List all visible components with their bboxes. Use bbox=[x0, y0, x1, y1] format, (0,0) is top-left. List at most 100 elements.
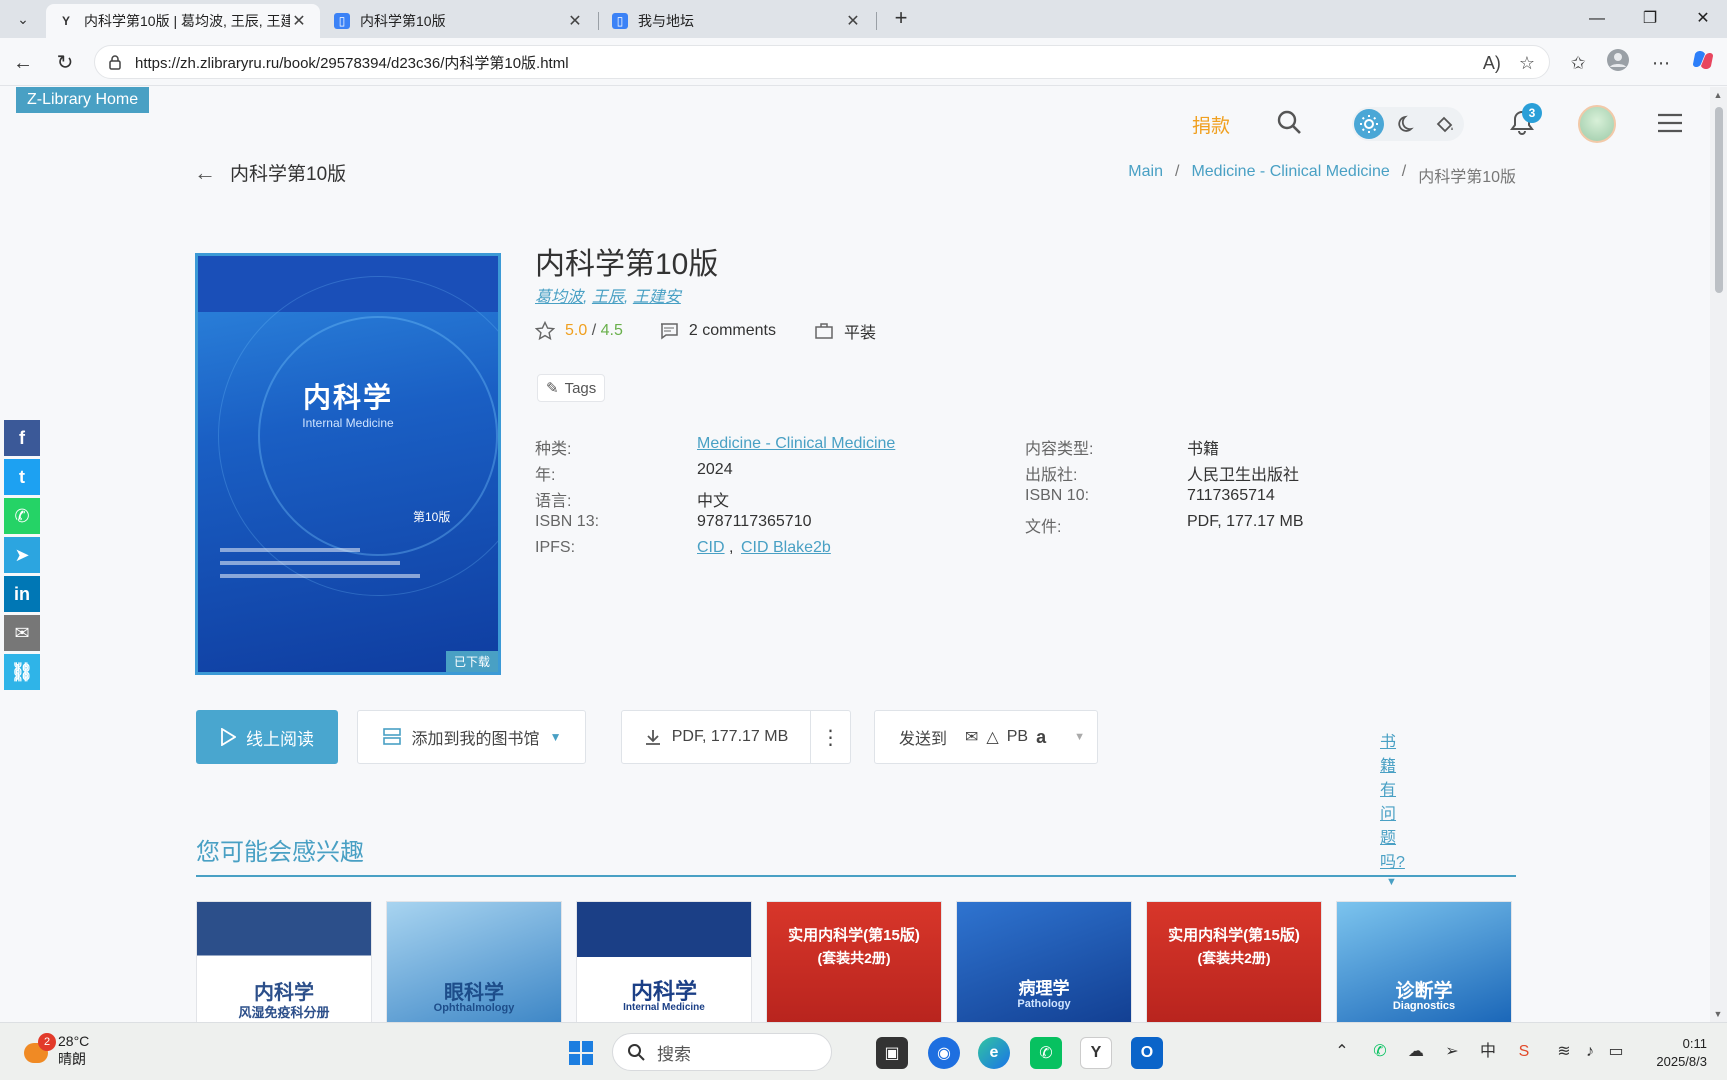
weather-desc: 晴朗 bbox=[58, 1051, 86, 1067]
search-icon[interactable] bbox=[1276, 109, 1302, 135]
download-button[interactable]: PDF, 177.17 MB bbox=[621, 710, 811, 764]
wechat-tray-icon[interactable]: ✆ bbox=[1369, 1041, 1391, 1063]
recommendation-card[interactable]: 病理学 Pathology bbox=[956, 901, 1132, 1022]
tab-active[interactable]: Y 内科学第10版 | 葛均波, 王辰, 王建 ✕ bbox=[46, 4, 320, 38]
windows-start-icon[interactable] bbox=[565, 1037, 597, 1069]
more-options-icon[interactable]: ⋯ bbox=[1646, 48, 1676, 78]
read-aloud-icon[interactable]: A) bbox=[1483, 53, 1501, 74]
breadcrumb-main[interactable]: Main bbox=[1128, 163, 1163, 187]
book-cover[interactable]: 内科学 Internal Medicine 第10版 已下载 bbox=[195, 253, 501, 675]
taskbar-search-input[interactable]: 搜索 bbox=[612, 1033, 832, 1071]
scroll-down-arrow-icon[interactable]: ▼ bbox=[1713, 1009, 1723, 1019]
comments-link[interactable]: 2 comments bbox=[659, 321, 776, 341]
custom-theme-button[interactable] bbox=[1430, 109, 1460, 139]
reload-icon[interactable]: ↻ bbox=[50, 48, 80, 78]
weather-widget[interactable]: 2 28°C 晴朗 bbox=[22, 1033, 89, 1069]
system-clock[interactable]: 0:11 2025/8/3 bbox=[1656, 1035, 1707, 1071]
recommendation-card[interactable]: 实用内科学(第15版) (套装共2册) bbox=[766, 901, 942, 1022]
rec-title: 内科学 bbox=[254, 982, 314, 1004]
linkedin-icon[interactable]: in bbox=[4, 576, 40, 612]
moon-icon bbox=[1398, 115, 1414, 132]
zlibrary-app-icon[interactable]: Y bbox=[1080, 1037, 1112, 1069]
onedrive-icon[interactable]: ☁ bbox=[1405, 1041, 1427, 1063]
close-window-button[interactable]: ✕ bbox=[1683, 6, 1723, 32]
close-tab-icon[interactable]: ✕ bbox=[844, 11, 862, 31]
url-input[interactable]: https://zh.zlibraryru.ru/book/29578394/d… bbox=[94, 45, 1550, 79]
outlook-icon[interactable]: O bbox=[1131, 1037, 1163, 1069]
whatsapp-icon[interactable]: ✆ bbox=[4, 498, 40, 534]
email-share-icon[interactable]: ✉ bbox=[4, 615, 40, 651]
back-arrow-icon[interactable]: ← bbox=[194, 160, 216, 186]
recommendation-card[interactable]: 内科学 Internal Medicine bbox=[576, 901, 752, 1022]
favorites-icon[interactable]: ✩ bbox=[1563, 48, 1593, 78]
tab-3[interactable]: ▯ 我与地坛 ✕ bbox=[600, 4, 874, 38]
dark-theme-button[interactable] bbox=[1392, 109, 1422, 139]
new-tab-button[interactable]: + bbox=[886, 6, 916, 32]
battery-icon[interactable]: ▭ bbox=[1605, 1041, 1627, 1063]
email-icon: ✉ bbox=[965, 729, 979, 746]
read-online-button[interactable]: 线上阅读 bbox=[196, 710, 338, 764]
close-tab-icon[interactable]: ✕ bbox=[566, 11, 584, 31]
restore-button[interactable]: ❐ bbox=[1630, 6, 1670, 32]
telegram-icon[interactable]: ➤ bbox=[4, 537, 40, 573]
recommendation-card[interactable]: 诊断学 Diagnostics bbox=[1336, 901, 1512, 1022]
edge-icon[interactable]: e bbox=[978, 1037, 1010, 1069]
wifi-icon[interactable]: ≋ bbox=[1553, 1041, 1575, 1063]
user-avatar[interactable] bbox=[1578, 105, 1616, 143]
twitter-icon[interactable]: t bbox=[4, 459, 40, 495]
category-link[interactable]: Medicine - Clinical Medicine bbox=[697, 435, 895, 453]
close-tab-icon[interactable]: ✕ bbox=[290, 11, 308, 31]
recommendation-card[interactable]: 内科学 风湿免疫科分册 bbox=[196, 901, 372, 1022]
author-link[interactable]: 葛均波 bbox=[535, 289, 583, 306]
recommendation-card[interactable]: 眼科学 Ophthalmology bbox=[386, 901, 562, 1022]
zlibrary-home-link[interactable]: Z-Library Home bbox=[16, 87, 150, 113]
back-arrow-icon[interactable]: ← bbox=[8, 48, 38, 78]
star-icon[interactable] bbox=[535, 321, 555, 341]
tab-list-button[interactable]: ⌄ bbox=[8, 6, 38, 32]
rec-title: 实用内科学(第15版) bbox=[788, 927, 920, 944]
copy-link-icon[interactable]: ⛓ bbox=[4, 654, 40, 690]
back-navigation[interactable]: ← 内科学第10版 bbox=[194, 159, 346, 186]
breadcrumb-category[interactable]: Medicine - Clinical Medicine bbox=[1191, 163, 1389, 187]
more-formats-button[interactable]: ⋮ bbox=[811, 710, 851, 764]
minimize-button[interactable]: — bbox=[1577, 6, 1617, 32]
facebook-icon[interactable]: f bbox=[4, 420, 40, 456]
app-tray-icon[interactable]: S bbox=[1513, 1041, 1535, 1063]
author-link[interactable]: 王建安 bbox=[633, 289, 681, 306]
tab-bar: ⌄ Y 内科学第10版 | 葛均波, 王辰, 王建 ✕ ▯ 内科学第10版 ✕ … bbox=[0, 0, 1727, 38]
donate-link[interactable]: 捐款 bbox=[1192, 111, 1230, 138]
scroll-up-arrow-icon[interactable]: ▲ bbox=[1713, 90, 1723, 100]
copilot-icon[interactable] bbox=[1688, 48, 1718, 78]
rec-subtitle: (套装共2册) bbox=[1197, 950, 1271, 966]
author-link[interactable]: 王辰 bbox=[592, 289, 624, 306]
comment-icon bbox=[660, 323, 678, 340]
scrollbar-thumb[interactable] bbox=[1715, 107, 1723, 293]
light-theme-button[interactable] bbox=[1354, 109, 1384, 139]
input-method-icon[interactable]: 中 bbox=[1477, 1041, 1499, 1063]
prop-label: ISBN 10: bbox=[1025, 487, 1090, 504]
tray-overflow-chevron-icon[interactable]: ⌃ bbox=[1331, 1041, 1353, 1063]
task-view-icon[interactable]: ▣ bbox=[876, 1037, 908, 1069]
send-icon[interactable]: ➢ bbox=[1441, 1041, 1463, 1063]
tab-2[interactable]: ▯ 内科学第10版 ✕ bbox=[322, 4, 596, 38]
send-to-button[interactable]: 发送到 ✉ △ PB a ▼ bbox=[874, 710, 1098, 764]
ipfs-blake-link[interactable]: CID Blake2b bbox=[741, 539, 831, 557]
wechat-icon[interactable]: ✆ bbox=[1030, 1037, 1062, 1069]
tab-title: 内科学第10版 | 葛均波, 王辰, 王建 bbox=[84, 13, 290, 29]
search-icon bbox=[628, 1044, 645, 1061]
hamburger-menu-icon[interactable] bbox=[1657, 113, 1683, 133]
add-to-library-button[interactable]: 添加到我的图书馆 ▼ bbox=[357, 710, 586, 764]
volume-icon[interactable]: ♪ bbox=[1579, 1041, 1601, 1063]
browser-app-icon[interactable]: ◉ bbox=[928, 1037, 960, 1069]
tab-title: 内科学第10版 bbox=[360, 13, 446, 29]
prop-value: 2024 bbox=[697, 461, 733, 478]
profile-icon[interactable] bbox=[1603, 48, 1633, 78]
report-problem-link[interactable]: 书籍有问题吗? ▼ bbox=[1380, 728, 1405, 890]
breadcrumb-sep: / bbox=[1401, 163, 1407, 180]
book-favicon-icon: ▯ bbox=[612, 13, 628, 29]
favorite-star-icon[interactable]: ☆ bbox=[1519, 53, 1535, 74]
page-scrollbar[interactable]: ▲ ▼ bbox=[1710, 87, 1727, 1022]
recommendation-card[interactable]: 实用内科学(第15版) (套装共2册) bbox=[1146, 901, 1322, 1022]
tags-button[interactable]: ✎ Tags bbox=[537, 374, 606, 402]
ipfs-cid-link[interactable]: CID bbox=[697, 539, 725, 557]
